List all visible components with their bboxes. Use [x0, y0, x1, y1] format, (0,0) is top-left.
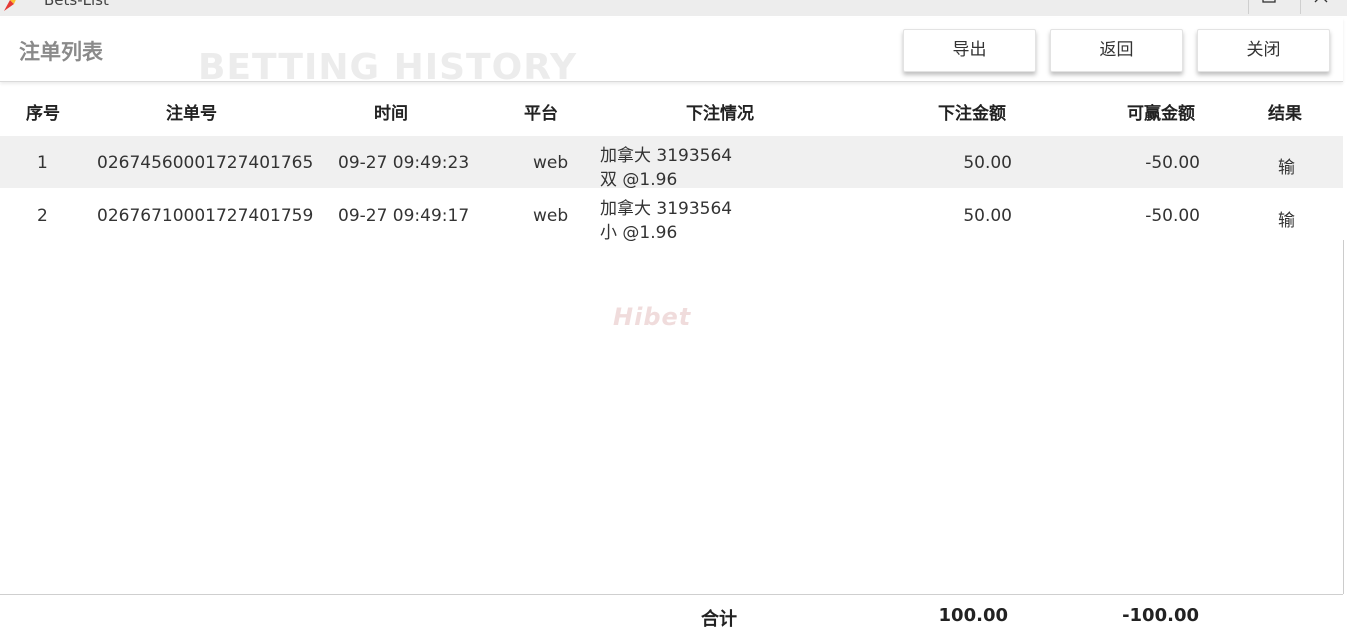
- column-header-bet-detail: 下注情况: [686, 104, 754, 124]
- table-row[interactable]: 1 02674560001727401765 09-27 09:49:23 we…: [0, 136, 1343, 190]
- page-title: 注单列表: [19, 40, 103, 64]
- row-result: 输: [1278, 211, 1295, 231]
- total-win-amount: -100.00: [1122, 605, 1199, 626]
- row-detail-line1: 加拿大 3193564: [600, 199, 733, 219]
- row-result: 输: [1278, 158, 1295, 178]
- window-titlebar: Bets-List: [0, 0, 1347, 16]
- row-detail-line2: 小 @1.96: [600, 223, 678, 243]
- minimize-icon: [1207, 0, 1225, 6]
- row-time: 09-27 09:49:23: [338, 153, 470, 173]
- row-stake: 50.00: [963, 153, 1012, 173]
- back-button[interactable]: 返回: [1050, 29, 1183, 72]
- column-header-win-amount: 可赢金额: [1127, 104, 1195, 124]
- footer-divider: [0, 594, 1343, 595]
- maximize-button[interactable]: [1248, 0, 1289, 14]
- window-title: Bets-List: [44, 0, 109, 9]
- minimize-button[interactable]: [1196, 0, 1236, 14]
- row-detail-line2: 双 @1.96: [600, 170, 678, 190]
- page-header: 注单列表 BETTING HISTORY 导出 返回 关闭: [0, 18, 1343, 88]
- column-header-time: 时间: [374, 104, 408, 124]
- row-bet-id: 02674560001727401765: [97, 153, 314, 173]
- app-icon: [2, 0, 22, 12]
- export-button[interactable]: 导出: [903, 29, 1036, 72]
- header-watermark: BETTING HISTORY: [198, 47, 578, 88]
- table-row[interactable]: 2 02676710001727401759 09-27 09:49:17 we…: [0, 189, 1343, 243]
- row-win-amount: -50.00: [1145, 206, 1200, 226]
- total-stake: 100.00: [938, 605, 1008, 626]
- close-button[interactable]: 关闭: [1197, 29, 1330, 72]
- row-index: 2: [37, 206, 48, 226]
- table-right-border: [1343, 240, 1344, 594]
- row-platform: web: [533, 153, 569, 173]
- column-header-bet-id: 注单号: [166, 104, 217, 124]
- row-index: 1: [37, 153, 48, 173]
- column-header-result: 结果: [1268, 104, 1302, 124]
- window-close-button[interactable]: [1300, 0, 1341, 14]
- total-label: 合计: [701, 609, 737, 630]
- maximize-icon: [1262, 0, 1276, 3]
- column-header-stake: 下注金额: [938, 104, 1006, 124]
- center-watermark-logo: Hibet: [613, 303, 692, 331]
- column-header-index: 序号: [26, 104, 60, 124]
- row-time: 09-27 09:49:17: [338, 206, 470, 226]
- column-header-platform: 平台: [524, 104, 558, 124]
- row-platform: web: [533, 206, 569, 226]
- row-stake: 50.00: [963, 206, 1012, 226]
- close-icon: [1314, 0, 1328, 3]
- row-win-amount: -50.00: [1145, 153, 1200, 173]
- row-bet-id: 02676710001727401759: [97, 206, 314, 226]
- row-detail-line1: 加拿大 3193564: [600, 146, 733, 166]
